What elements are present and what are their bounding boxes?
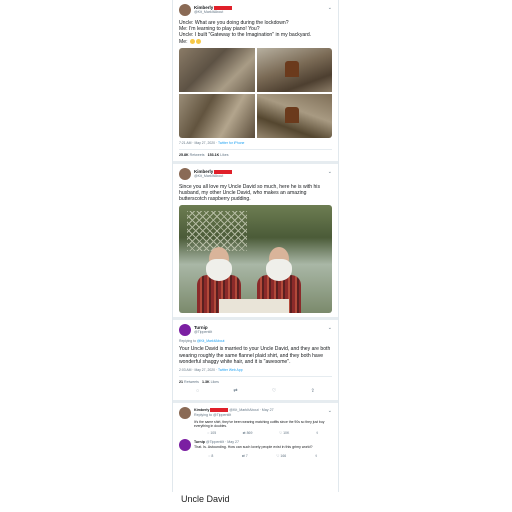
redaction-bar <box>210 408 229 413</box>
gateway-photo[interactable] <box>256 47 332 92</box>
like-count[interactable]: 153.1K <box>208 153 220 157</box>
grinning-sweat-emoji-icon <box>195 38 201 44</box>
tweet-header: Turnip @Tippentilt <box>179 323 332 337</box>
action-bar: ◌ 8 ⇄ 7 ♡ 166 ⇪ <box>194 454 332 458</box>
tweet-stats: 21 Retweets 1.3K Likes <box>179 376 332 384</box>
avatar[interactable] <box>179 167 191 180</box>
retweet-icon[interactable]: ⇄ <box>242 454 245 458</box>
chevron-down-icon[interactable]: ⌄ <box>328 169 332 175</box>
tweet-source[interactable]: Twitter Web App <box>218 368 243 372</box>
gateway-photo[interactable] <box>179 47 255 92</box>
avatar[interactable] <box>179 4 191 16</box>
retweets-label: Retweets <box>189 152 205 157</box>
like-icon[interactable]: ♡ <box>276 454 279 458</box>
author-handle[interactable]: @Tippentilt <box>194 330 212 335</box>
retweets-label: Retweets <box>184 380 199 385</box>
tweet-line: Uncle: I built "Gateway to the Imaginati… <box>179 32 312 39</box>
tweet-text: It's the same shirt, they've been wearin… <box>194 420 325 429</box>
replying-to: Replying to @Kit_MarkItAbout <box>179 339 332 343</box>
tweet-meta: 2:03 AM · May 27, 2020 · Twitter Web App <box>179 368 332 372</box>
tweet-time[interactable]: 2:03 AM · May 27, 2020 · <box>179 368 217 372</box>
tweet-header: Kimberly @Kit_MarkItAbout <box>179 3 332 17</box>
replying-to-label: Replying to <box>179 339 196 344</box>
tweet-line: Me: <box>179 38 188 45</box>
door <box>285 61 300 77</box>
share-icon[interactable]: ⇪ <box>315 454 318 458</box>
tweet-meta: 7:21 AM · May 27, 2020 · Twitter for iPh… <box>179 141 332 145</box>
chevron-down-icon[interactable]: ⌄ <box>328 408 332 414</box>
gateway-photo[interactable] <box>179 93 255 138</box>
tweet-text: That. Is. Astounding. How can such lovel… <box>194 444 313 449</box>
retweet-icon[interactable]: ⇄ <box>233 388 237 394</box>
tweet-time[interactable]: 7:21 AM · May 27, 2020 · <box>179 141 217 145</box>
door <box>285 107 300 123</box>
tweet-text: Since you all love my Uncle David so muc… <box>179 183 320 203</box>
table <box>219 299 289 314</box>
retweet-count[interactable]: 21 <box>179 380 183 384</box>
author-name[interactable]: Turnip <box>194 440 205 444</box>
photo-grid <box>179 47 332 138</box>
replying-to-handle[interactable]: @Kit_MarkItAbout <box>197 339 225 343</box>
tweet-header: Kimberly @Kit_MarkItAbout · May 27 Reply… <box>179 406 332 420</box>
author-name[interactable]: Kimberly <box>194 408 209 412</box>
author-handle[interactable]: @Kit_MarkItAbout <box>194 10 232 15</box>
tweet-turnip: Turnip @Tippentilt ⌄ Replying to @Kit_Ma… <box>173 320 338 396</box>
heart-eyes-emoji-icon <box>189 38 195 44</box>
author-handle[interactable]: @Tippentilt · May 27 <box>206 440 239 444</box>
reply-tweet: Turnip @Tippentilt · May 27 That. Is. As… <box>173 435 338 458</box>
tweet-gateway: Kimberly @Kit_MarkItAbout ⌄ Uncle: What … <box>173 0 338 157</box>
uncles-photo[interactable] <box>179 205 332 314</box>
tweet-stats: 25.8K Retweets 153.1K Likes <box>179 148 332 157</box>
action-bar: ◌ ⇄ ♡ ⇪ <box>179 388 332 396</box>
like-icon[interactable]: ♡ <box>272 388 276 394</box>
reply-tweet: Kimberly @Kit_MarkItAbout · May 27 Reply… <box>173 403 338 435</box>
tweet-uncle-david: Kimberly @Kit_MarkItAbout ⌄ Since you al… <box>173 164 338 314</box>
avatar[interactable] <box>179 438 191 451</box>
retweet-count[interactable]: 25.8K <box>179 153 189 157</box>
author-handle[interactable]: @Kit_MarkItAbout <box>194 174 232 179</box>
share-icon[interactable]: ⇪ <box>311 388 315 394</box>
replying-to[interactable]: Replying to @Tippentilt <box>194 413 274 418</box>
avatar[interactable] <box>179 407 191 420</box>
retweet-count: 7 <box>245 453 248 458</box>
chevron-down-icon[interactable]: ⌄ <box>328 325 332 331</box>
tweet-screenshot: Kimberly @Kit_MarkItAbout ⌄ Uncle: What … <box>172 0 339 492</box>
author-handle[interactable]: @Kit_MarkItAbout · May 27 <box>229 408 273 412</box>
like-count: 166 <box>280 453 287 458</box>
reply-icon[interactable]: ◌ <box>196 388 199 394</box>
likes-label: Likes <box>220 152 229 157</box>
likes-label: Likes <box>210 380 219 385</box>
image-caption: Uncle David <box>181 494 230 504</box>
tweet-source[interactable]: Twitter for iPhone <box>218 141 244 145</box>
avatar[interactable] <box>179 324 191 337</box>
tweet-header: Kimberly @Kit_MarkItAbout <box>179 167 332 181</box>
tweet-text: Uncle: What are you doing during the loc… <box>179 20 332 45</box>
tweet-header: Turnip @Tippentilt · May 27 That. Is. As… <box>179 438 332 452</box>
like-count[interactable]: 1.3K <box>202 380 210 384</box>
chevron-down-icon[interactable]: ⌄ <box>328 5 332 11</box>
tweet-text: Your Uncle David is married to your Uncl… <box>179 346 331 365</box>
gateway-photo[interactable] <box>256 93 332 138</box>
reply-count: 8 <box>211 453 214 458</box>
